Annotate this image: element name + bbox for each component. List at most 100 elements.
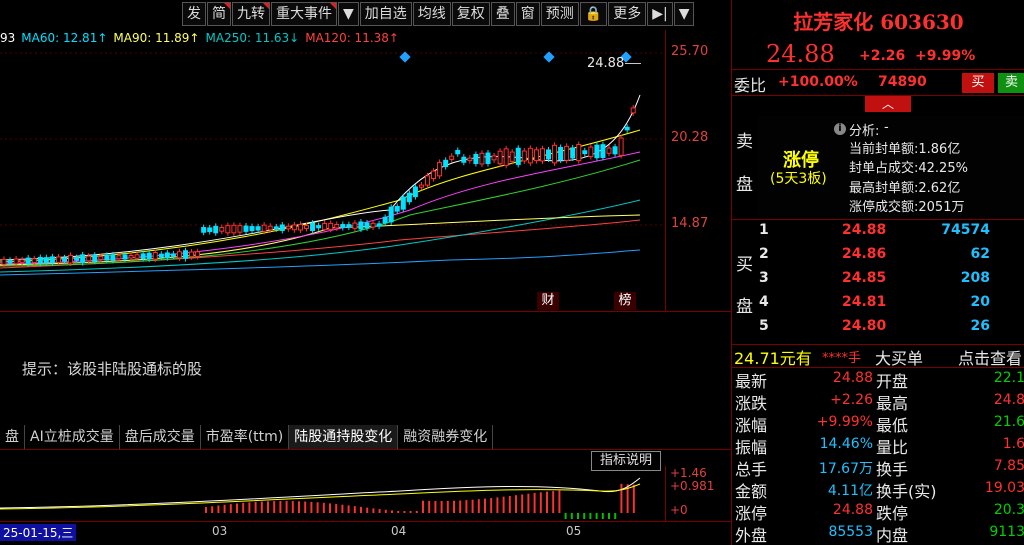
candlestick bbox=[461, 156, 467, 163]
indicator-bar bbox=[595, 513, 598, 519]
buy-price: 24.81 bbox=[842, 294, 887, 310]
indicator-bar bbox=[341, 504, 344, 513]
analysis-info-icon[interactable]: i bbox=[834, 123, 846, 135]
candlestick bbox=[213, 225, 219, 234]
kline-chart-area[interactable]: 发简九转 重大事件 ▼ 加自选 均线 复权叠窗预测 🔒 更多 ▶| ▼ 93 MA60: 12.81… bbox=[0, 0, 731, 545]
toolbar-button[interactable]: 加自选 bbox=[359, 2, 412, 26]
indicator-bar bbox=[304, 501, 307, 513]
big-order-price: 24.71元有 bbox=[734, 349, 812, 368]
chart-toolbar: 发简九转 重大事件 ▼ 加自选 均线 复权叠窗预测 🔒 更多 ▶| ▼ bbox=[182, 2, 695, 28]
price-axis-divider bbox=[665, 30, 666, 312]
indicator-tab[interactable]: AI立桩成交量 bbox=[25, 425, 120, 449]
candlestick bbox=[431, 170, 437, 179]
indicator-tab[interactable]: 市盈率(ttm) bbox=[200, 425, 290, 449]
indicator-bar bbox=[477, 499, 480, 513]
quote-value: 4.11亿 bbox=[827, 483, 873, 499]
candlestick bbox=[582, 150, 588, 155]
buy-level: 4 bbox=[759, 294, 769, 310]
candlestick bbox=[479, 152, 485, 165]
indicator-tab[interactable]: 盘 bbox=[0, 425, 25, 449]
buy-price: 24.86 bbox=[842, 246, 887, 262]
toolbar-button[interactable]: 复权 bbox=[451, 2, 490, 26]
quote-value: 85553 bbox=[828, 524, 873, 540]
candlestick bbox=[624, 126, 630, 131]
toolbar-button[interactable]: ▶| bbox=[647, 2, 673, 26]
quote-value: 19.03 bbox=[984, 480, 1024, 496]
quote-label: 换手(实) bbox=[876, 482, 937, 501]
event-mark-ranking[interactable]: 榜 bbox=[614, 292, 636, 310]
toolbar-button[interactable]: 均线 bbox=[412, 2, 451, 26]
toolbar-button[interactable]: 预测 bbox=[540, 2, 579, 26]
buy-book-row[interactable]: 4 24.81 20 bbox=[732, 294, 1024, 318]
toolbar-button[interactable]: 叠 bbox=[490, 2, 515, 26]
event-mark-finance[interactable]: 财 bbox=[537, 292, 559, 310]
candlestick bbox=[449, 155, 455, 160]
indicator-bar bbox=[236, 503, 238, 513]
candlestick bbox=[231, 224, 237, 234]
toolbar-button[interactable]: 更多 bbox=[608, 2, 647, 26]
big-order-label: 大买单 bbox=[875, 349, 924, 368]
tabs-divider bbox=[0, 449, 731, 450]
quote-value: 9113 bbox=[989, 524, 1024, 540]
candlestick bbox=[49, 256, 55, 264]
candlestick bbox=[122, 254, 128, 260]
indicator-bar bbox=[409, 511, 412, 513]
indicator-bar bbox=[546, 491, 548, 513]
indicator-tabs: 盘 AI立桩成交量 盘后成交量 市盈率(ttm) 陆股通持股变化 融资融券变化 bbox=[0, 425, 494, 449]
buy-book-row[interactable]: 1 24.88 74574 bbox=[732, 222, 1024, 246]
sell-button[interactable]: 卖 bbox=[998, 73, 1024, 93]
candlestick bbox=[158, 253, 164, 258]
indicator-bar bbox=[285, 501, 288, 513]
toolbar-button[interactable]: ▼ bbox=[673, 2, 695, 26]
indicator-bar bbox=[434, 500, 437, 513]
buy-volume: 20 bbox=[970, 294, 990, 310]
candlestick bbox=[164, 252, 170, 259]
quote-label: 跌停 bbox=[876, 504, 909, 523]
candlestick bbox=[600, 144, 606, 158]
big-order-view-link[interactable]: 点击查看 bbox=[958, 345, 1022, 369]
toolbar-button[interactable]: 发 bbox=[182, 2, 206, 26]
price-change: +2.26 bbox=[859, 48, 906, 64]
big-order-bar[interactable]: 24.71元有 ****手 大买单 点击查看 bbox=[732, 345, 1024, 369]
quote-label: 外盘 bbox=[735, 526, 768, 545]
toolbar-button[interactable]: 窗 bbox=[515, 2, 540, 26]
toolbar-button[interactable]: 简 bbox=[207, 2, 231, 26]
toolbar-button[interactable]: 重大事件 bbox=[271, 2, 337, 26]
candlestick bbox=[176, 251, 182, 259]
candlestick bbox=[110, 254, 116, 261]
indicator-tab[interactable]: 陆股通持股变化 bbox=[289, 425, 399, 449]
high-price-marker: 24.88 bbox=[587, 56, 625, 71]
indicator-bar bbox=[366, 507, 369, 513]
buy-book-row[interactable]: 2 24.86 62 bbox=[732, 246, 1024, 270]
buy-volume: 208 bbox=[960, 270, 990, 286]
candlestick bbox=[503, 148, 509, 166]
kline-svg[interactable] bbox=[0, 40, 665, 310]
candlestick bbox=[322, 222, 328, 231]
toolbar-button[interactable]: ▼ bbox=[338, 2, 359, 26]
collapse-arrow-icon[interactable]: ︿ bbox=[865, 96, 911, 112]
indicator-bar bbox=[508, 495, 511, 513]
indicator-tab[interactable]: 盘后成交量 bbox=[119, 425, 201, 449]
quote-label: 涨幅 bbox=[735, 416, 768, 435]
candlestick bbox=[570, 147, 576, 159]
indicator-tab[interactable]: 融资融券变化 bbox=[398, 425, 494, 449]
buy-button[interactable]: 买 bbox=[962, 73, 994, 93]
indicator-bar bbox=[533, 492, 536, 513]
toolbar-button[interactable]: 🔒 bbox=[579, 2, 608, 26]
quote-value: 7.85 bbox=[993, 458, 1024, 474]
quote-label: 涨跌 bbox=[735, 394, 768, 413]
candlestick bbox=[189, 251, 195, 258]
toolbar-button[interactable]: 九转 bbox=[232, 2, 270, 26]
indicator-bar bbox=[298, 501, 300, 513]
candlestick bbox=[539, 148, 545, 162]
quote-value: 24.88 bbox=[832, 502, 873, 518]
candlestick bbox=[279, 224, 285, 231]
candlestick bbox=[243, 225, 249, 232]
buy-book-row[interactable]: 3 24.85 208 bbox=[732, 270, 1024, 294]
indicator-bar bbox=[471, 499, 474, 513]
buy-volume: 26 bbox=[970, 318, 990, 334]
buy-book-row[interactable]: 5 24.80 26 bbox=[732, 318, 1024, 342]
quote-value: 14.46% bbox=[819, 436, 873, 452]
indicator-svg[interactable] bbox=[0, 466, 665, 521]
candlestick bbox=[533, 149, 539, 162]
